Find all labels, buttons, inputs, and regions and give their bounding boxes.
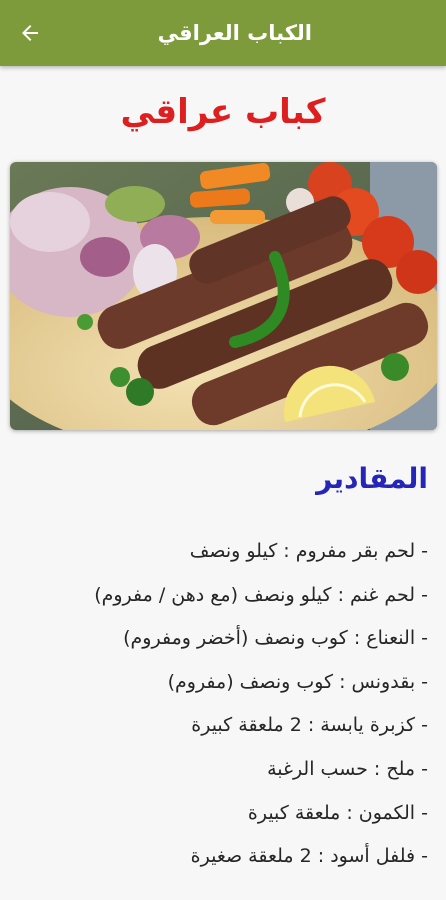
list-item: - لحم غنم : كيلو ونصف (مع دهن / مفروم) (94, 583, 428, 606)
ingredients-list: - لحم بقر مفروم : كيلو ونصف - لحم غنم : … (8, 530, 428, 879)
app-bar: الكباب العراقي (0, 0, 446, 66)
list-item: - الكمون : ملعقة كبيرة (247, 801, 428, 824)
back-button[interactable] (14, 17, 46, 49)
list-item: - ملح : حسب الرغبة (267, 757, 428, 780)
list-item: - لحم بقر مفروم : كيلو ونصف (189, 540, 428, 562)
app-bar-title: الكباب العراقي (157, 21, 312, 45)
list-item: - النعناع : كوب ونصف (أخضر ومفروم) (123, 627, 428, 650)
list-item: - فلفل أسود : 2 ملعقة صغيرة (190, 845, 428, 868)
ingredients-heading: المقادير (316, 462, 428, 495)
list-item: - كزبرة يابسة : 2 ملعقة كبيرة (191, 714, 428, 737)
recipe-title: كباب عراقي (120, 92, 326, 132)
list-item: - بقدونس : كوب ونصف (مفروم) (167, 670, 428, 693)
recipe-image (10, 162, 437, 430)
arrow-left-icon (22, 25, 38, 41)
